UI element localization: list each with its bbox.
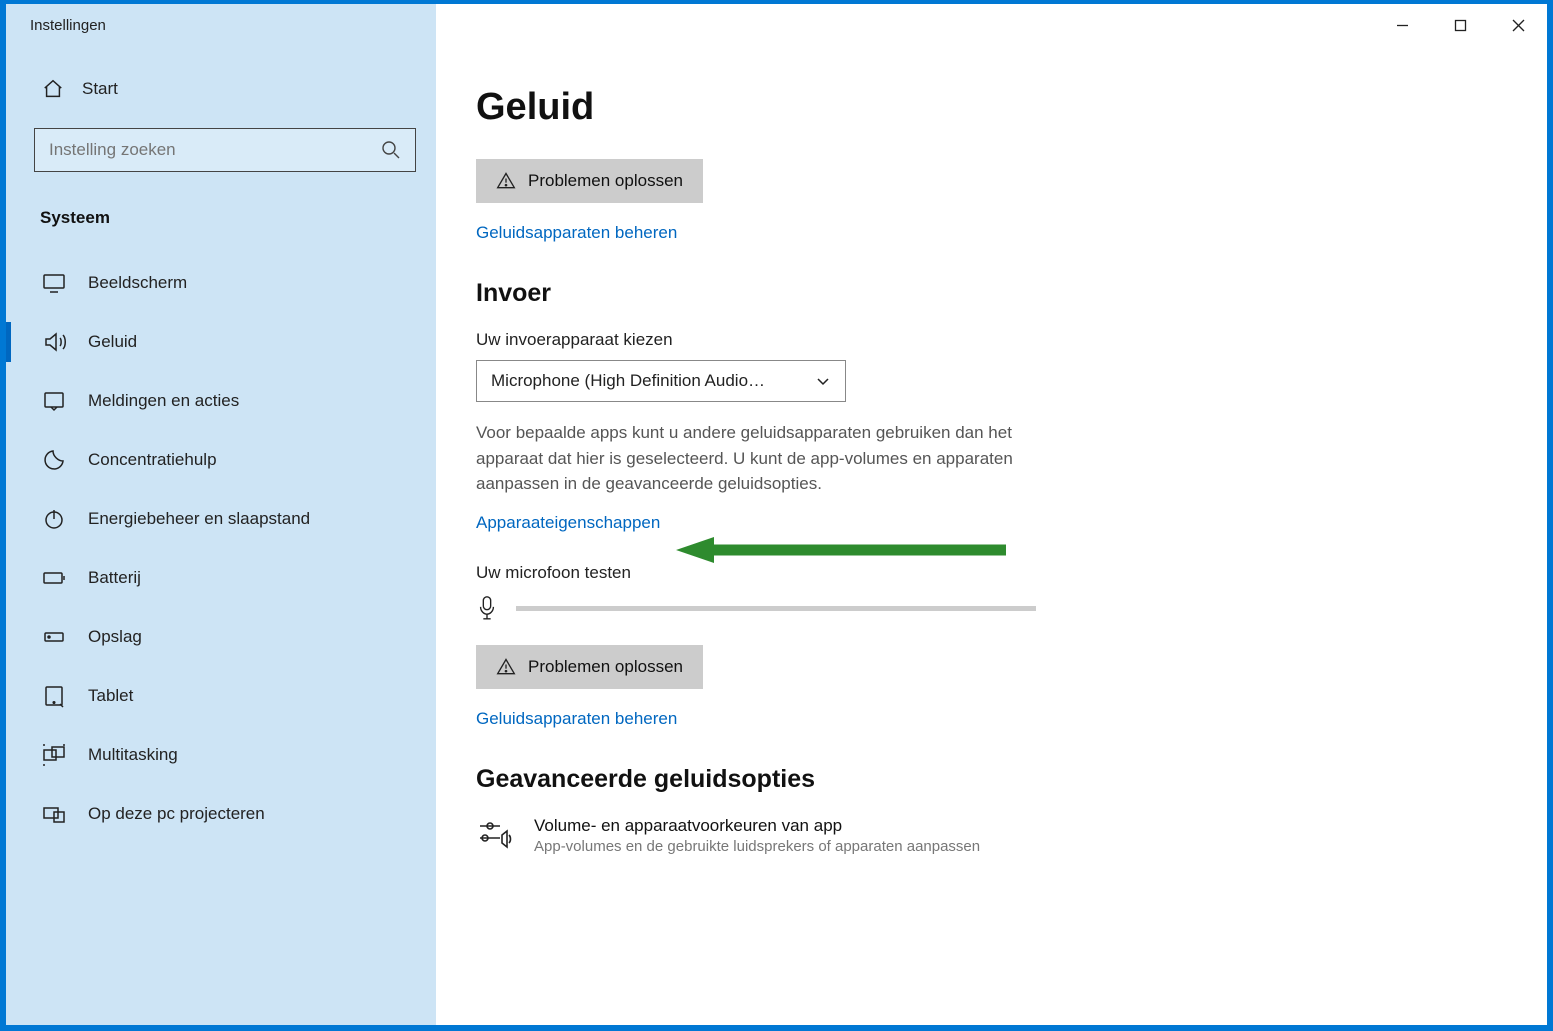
sliders-icon [476, 816, 512, 852]
sidebar-item-multitasking[interactable]: Multitasking [34, 727, 416, 783]
button-label: Problemen oplossen [528, 171, 683, 191]
sidebar-item-label: Concentratiehulp [88, 450, 217, 470]
sidebar-item-project[interactable]: Op deze pc projecteren [34, 786, 416, 842]
search-input[interactable] [49, 140, 381, 160]
titlebar: Instellingen [6, 4, 1547, 46]
mic-level-bar [516, 606, 1036, 611]
close-button[interactable] [1489, 4, 1547, 46]
mic-test-row [476, 595, 1487, 623]
search-box[interactable] [34, 128, 416, 172]
sidebar-item-label: Meldingen en acties [88, 391, 239, 411]
sidebar-item-display[interactable]: Beeldscherm [34, 255, 416, 311]
sidebar-item-focus[interactable]: Concentratiehulp [34, 432, 416, 488]
project-icon [42, 802, 66, 826]
input-device-select[interactable]: Microphone (High Definition Audio… [476, 360, 846, 402]
app-volume-preferences-link[interactable]: Volume- en apparaatvoorkeuren van app Ap… [476, 816, 1487, 855]
warning-icon [496, 657, 516, 677]
microphone-icon [476, 595, 498, 623]
sidebar-category: Systeem [34, 200, 416, 252]
manage-input-devices-link[interactable]: Geluidsapparaten beheren [476, 709, 1487, 729]
select-value: Microphone (High Definition Audio… [491, 371, 765, 391]
sidebar-item-battery[interactable]: Batterij [34, 550, 416, 606]
maximize-button[interactable] [1431, 4, 1489, 46]
sidebar-item-label: Beeldscherm [88, 273, 187, 293]
tablet-icon [42, 684, 66, 708]
focus-icon [42, 448, 66, 472]
battery-icon [42, 566, 66, 590]
storage-icon [42, 625, 66, 649]
device-properties-link[interactable]: Apparaateigenschappen [476, 513, 660, 533]
sidebar-item-label: Multitasking [88, 745, 178, 765]
troubleshoot-output-button[interactable]: Problemen oplossen [476, 159, 703, 203]
troubleshoot-input-button[interactable]: Problemen oplossen [476, 645, 703, 689]
home-icon [42, 78, 64, 100]
page-title: Geluid [476, 86, 1487, 129]
notifications-icon [42, 389, 66, 413]
advanced-item-title: Volume- en apparaatvoorkeuren van app [534, 816, 980, 836]
settings-window: Instellingen Start [0, 0, 1553, 1031]
choose-input-label: Uw invoerapparaat kiezen [476, 330, 1487, 350]
power-icon [42, 507, 66, 531]
search-icon [381, 140, 401, 160]
input-helper-text: Voor bepaalde apps kunt u andere geluids… [476, 420, 1076, 497]
chevron-down-icon [815, 373, 831, 389]
sidebar-item-label: Batterij [88, 568, 141, 588]
sidebar-item-label: Energiebeheer en slaapstand [88, 509, 310, 529]
home-label: Start [82, 79, 118, 99]
sidebar-item-notifications[interactable]: Meldingen en acties [34, 373, 416, 429]
sidebar-item-label: Geluid [88, 332, 137, 352]
advanced-section-title: Geavanceerde geluidsopties [476, 765, 1487, 794]
window-title: Instellingen [6, 17, 106, 34]
sidebar-item-storage[interactable]: Opslag [34, 609, 416, 665]
multitasking-icon [42, 743, 66, 767]
sidebar: Start Systeem Beeldscherm Geluid [6, 46, 436, 1025]
mic-test-label: Uw microfoon testen [476, 563, 1487, 583]
warning-icon [496, 171, 516, 191]
home-button[interactable]: Start [34, 68, 416, 110]
sidebar-item-sound[interactable]: Geluid [34, 314, 416, 370]
sidebar-item-power[interactable]: Energiebeheer en slaapstand [34, 491, 416, 547]
display-icon [42, 271, 66, 295]
input-section-title: Invoer [476, 279, 1487, 308]
minimize-button[interactable] [1373, 4, 1431, 46]
sidebar-item-label: Op deze pc projecteren [88, 804, 265, 824]
advanced-item-desc: App-volumes en de gebruikte luidsprekers… [534, 838, 980, 855]
sidebar-item-label: Opslag [88, 627, 142, 647]
sound-icon [42, 330, 66, 354]
sidebar-item-label: Tablet [88, 686, 133, 706]
manage-output-devices-link[interactable]: Geluidsapparaten beheren [476, 223, 1487, 243]
sidebar-item-tablet[interactable]: Tablet [34, 668, 416, 724]
window-controls [1373, 4, 1547, 46]
content-area: Geluid Problemen oplossen Geluidsapparat… [436, 46, 1547, 1025]
button-label: Problemen oplossen [528, 657, 683, 677]
